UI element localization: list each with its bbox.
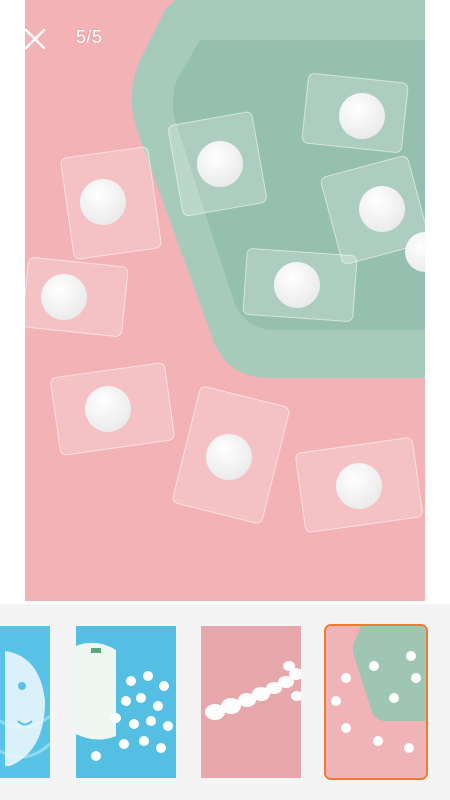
image-counter: 5/5 — [76, 27, 103, 47]
main-photo[interactable] — [25, 0, 425, 601]
thumb-pink-tray-tablets[interactable] — [326, 626, 426, 778]
close-button[interactable] — [20, 24, 50, 54]
thumbnail-strip[interactable] — [0, 604, 450, 800]
image-viewer: 5/5 — [0, 0, 450, 604]
thumb-blue-tablets-pouch[interactable] — [76, 626, 176, 778]
thumb-pink-tablets-row[interactable] — [201, 626, 301, 778]
thumb-blue-water-face-mask[interactable] — [0, 626, 50, 778]
close-icon — [24, 28, 46, 50]
viewer-topbar: 5/5 — [0, 0, 450, 70]
